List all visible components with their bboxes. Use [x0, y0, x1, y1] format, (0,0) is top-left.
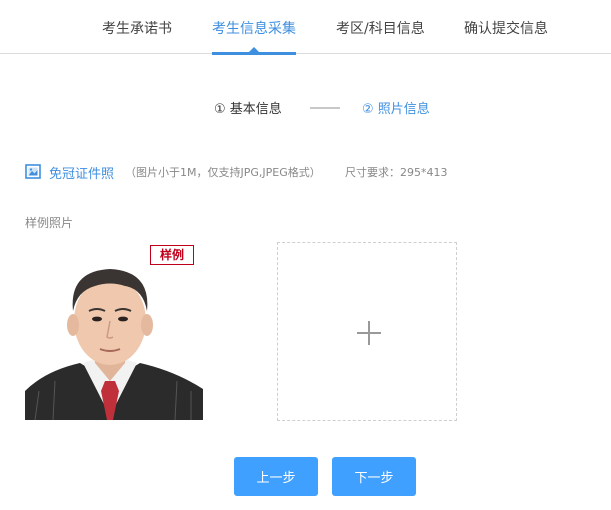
tab-label: 考区/科目信息 — [336, 21, 425, 37]
sample-photo-label: 样例照片 — [25, 216, 74, 230]
tab-info-collection[interactable]: 考生信息采集 — [212, 18, 296, 55]
step-divider — [310, 107, 340, 109]
tab-label: 确认提交信息 — [464, 21, 548, 37]
size-requirement: 尺寸要求：295*413 — [345, 166, 448, 179]
step-photo-info[interactable]: ② 照片信息 — [362, 98, 430, 117]
next-step-button[interactable]: 下一步 — [332, 457, 416, 496]
plus-icon — [357, 321, 381, 345]
tab-label: 考生承诺书 — [102, 21, 172, 37]
step-tabs: 考生承诺书 考生信息采集 考区/科目信息 确认提交信息 — [0, 0, 611, 55]
step-basic-info[interactable]: ① 基本信息 — [214, 98, 282, 117]
sample-photo — [25, 241, 203, 420]
upload-title: 免冠证件照 — [49, 167, 115, 182]
tab-confirm-submit[interactable]: 确认提交信息 — [464, 18, 548, 54]
tab-exam-area[interactable]: 考区/科目信息 — [336, 18, 425, 54]
tab-commitment[interactable]: 考生承诺书 — [102, 18, 172, 54]
active-underline — [212, 52, 296, 55]
photo-upload-box[interactable] — [277, 242, 457, 421]
prev-step-button[interactable]: 上一步 — [234, 457, 318, 496]
image-icon — [25, 164, 41, 179]
sub-steps: ① 基本信息 ② 照片信息 — [0, 98, 611, 118]
tab-label: 考生信息采集 — [212, 21, 296, 37]
upload-hint: （图片小于1M，仅支持JPG,JPEG格式） — [125, 166, 321, 179]
sample-tag: 样例 — [150, 245, 194, 265]
